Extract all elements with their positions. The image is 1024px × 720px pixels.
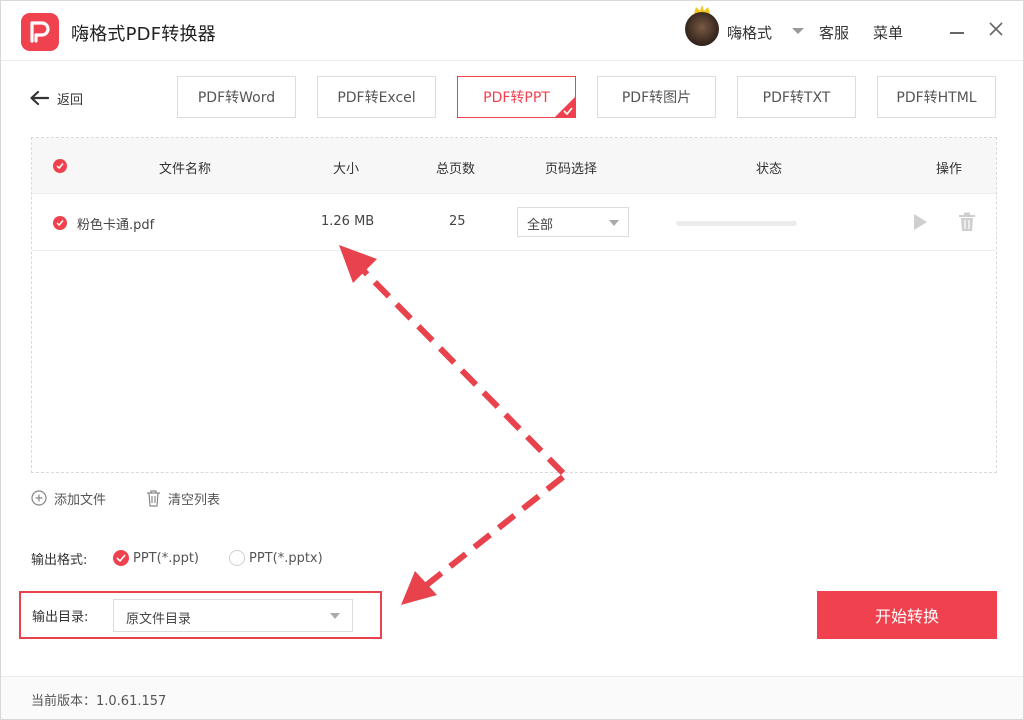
output-dir-label: 输出目录: (32, 610, 89, 625)
table-row: 粉色卡通.pdf 1.26 MB 25 全部 (32, 195, 996, 251)
user-avatar[interactable] (685, 12, 719, 46)
tab-label: PDF转PPT (483, 90, 550, 106)
header-total-pages: 总页数 (436, 162, 476, 177)
file-list: 文件名称 大小 总页数 页码选择 状态 操作 粉色卡通.pdf 1.26 MB … (31, 137, 997, 473)
header-file-name: 文件名称 (159, 162, 212, 177)
check-icon (56, 163, 64, 170)
back-button[interactable]: 返回 (29, 87, 83, 109)
tab-pdf-to-html[interactable]: PDF转HTML (877, 76, 996, 118)
start-convert-button[interactable]: 开始转换 (817, 591, 997, 639)
tab-pdf-to-excel[interactable]: PDF转Excel (317, 76, 436, 118)
play-icon[interactable] (914, 214, 927, 230)
output-dir-select[interactable]: 原文件目录 (113, 599, 353, 632)
select-all-checkbox[interactable] (53, 159, 67, 173)
annotation-arrow-line-down (417, 474, 565, 594)
add-file-button[interactable]: 添加文件 (31, 488, 106, 508)
chevron-down-icon (609, 220, 619, 226)
title-bar: 嗨格式PDF转换器 嗨格式 客服 菜单 (1, 1, 1023, 61)
tab-pdf-to-txt[interactable]: PDF转TXT (737, 76, 856, 118)
tab-pdf-to-ppt[interactable]: PDF转PPT (457, 76, 576, 118)
output-format-label: 输出格式: (31, 553, 88, 568)
header-size: 大小 (333, 162, 360, 177)
trash-icon (147, 489, 160, 507)
row-checkbox[interactable] (53, 216, 67, 230)
status-footer: 当前版本：1.0.61.157 (1, 676, 1023, 719)
menu-button[interactable]: 菜单 (873, 22, 903, 43)
tab-pdf-to-word[interactable]: PDF转Word (177, 76, 296, 118)
chevron-down-icon (330, 613, 340, 619)
version-text: 当前版本：1.0.61.157 (31, 694, 167, 709)
plus-circle-icon (31, 490, 47, 506)
chevron-down-icon[interactable] (792, 28, 804, 34)
minimize-icon[interactable] (950, 32, 964, 34)
output-dir-value: 原文件目录 (126, 612, 192, 627)
format-option-label: PPT(*.pptx) (249, 550, 323, 566)
header-actions: 操作 (936, 162, 963, 177)
trash-icon[interactable] (958, 212, 976, 232)
check-icon (563, 107, 573, 115)
add-file-label: 添加文件 (54, 492, 107, 508)
radio-checked-icon (113, 550, 129, 566)
row-page-count: 25 (449, 214, 466, 229)
page-range-value: 全部 (527, 218, 554, 233)
app-window: 嗨格式PDF转换器 嗨格式 客服 菜单 返回 PDF转Word PDF转Exce… (0, 0, 1024, 720)
page-range-select[interactable]: 全部 (517, 207, 629, 237)
row-file-size: 1.26 MB (321, 214, 375, 229)
customer-service-button[interactable]: 客服 (819, 22, 849, 43)
back-label: 返回 (57, 92, 84, 108)
arrow-left-icon (30, 90, 49, 106)
app-title: 嗨格式PDF转换器 (71, 24, 216, 45)
format-option-label: PPT(*.ppt) (133, 550, 199, 566)
radio-unchecked-icon (229, 550, 245, 566)
check-icon (56, 220, 64, 227)
clear-list-button[interactable]: 清空列表 (146, 488, 220, 508)
annotation-arrowhead-down (401, 571, 437, 605)
table-header: 文件名称 大小 总页数 页码选择 状态 操作 (32, 138, 996, 194)
conversion-progress-bar (676, 221, 797, 226)
app-logo-icon (21, 13, 59, 51)
close-icon[interactable] (988, 21, 1004, 37)
tab-pdf-to-image[interactable]: PDF转图片 (597, 76, 716, 118)
format-radio-pptx[interactable]: PPT(*.pptx) (229, 549, 323, 567)
row-file-name: 粉色卡通.pdf (77, 218, 155, 233)
header-status: 状态 (756, 162, 783, 177)
username[interactable]: 嗨格式 (727, 22, 772, 43)
header-page-select: 页码选择 (545, 162, 598, 177)
clear-list-label: 清空列表 (168, 492, 221, 508)
format-radio-ppt[interactable]: PPT(*.ppt) (113, 549, 199, 567)
